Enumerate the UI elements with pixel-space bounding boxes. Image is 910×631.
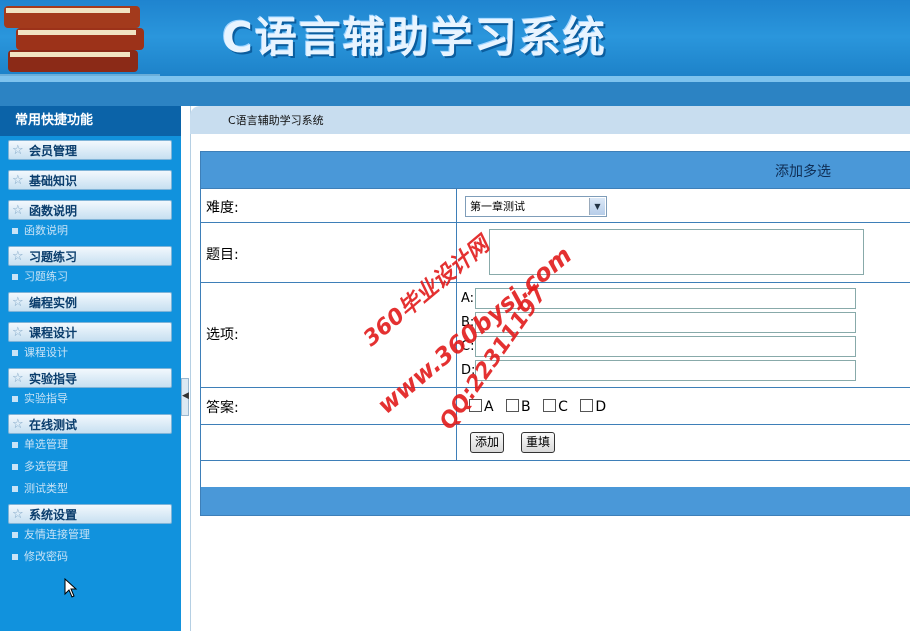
bullet-icon	[12, 228, 18, 234]
star-icon: ☆	[12, 249, 24, 264]
option-d-input[interactable]	[475, 360, 856, 381]
bullet-icon	[12, 486, 18, 492]
sidebar-item-exercises[interactable]: 习题练习	[0, 266, 181, 288]
sidebar-section-online-test[interactable]: ☆ 在线测试	[8, 414, 172, 434]
answer-d[interactable]: D	[580, 399, 606, 415]
sidebar-section-exercises[interactable]: ☆ 习题练习	[8, 246, 172, 266]
answer-b[interactable]: B	[506, 399, 531, 415]
bullet-icon	[12, 396, 18, 402]
sidebar-item-multi-choice[interactable]: 多选管理	[0, 456, 181, 478]
books-logo-icon	[0, 6, 160, 80]
star-icon: ☆	[12, 325, 24, 340]
panel-footer	[201, 487, 910, 515]
option-a-letter: A:	[461, 291, 475, 306]
mouse-cursor-icon	[64, 578, 78, 598]
sidebar-section-members[interactable]: ☆ 会员管理	[8, 140, 172, 160]
sidebar-section-lab-guide[interactable]: ☆ 实验指导	[8, 368, 172, 388]
answer-row: 答案: A B C D	[201, 387, 910, 424]
difficulty-label: 难度:	[206, 200, 239, 216]
answer-c[interactable]: C	[543, 399, 568, 415]
sidebar-section-course-design[interactable]: ☆ 课程设计	[8, 322, 172, 342]
answer-label: 答案:	[206, 400, 239, 416]
chevron-left-icon: ◀	[182, 391, 189, 401]
sidebar-menu: ☆ 会员管理 ☆ 基础知识 ☆ 函数说明 函数说明 ☆ 习题练习 习题练习 ☆ 编程实例 …	[0, 136, 181, 568]
sidebar-section-settings[interactable]: ☆ 系统设置	[8, 504, 172, 524]
sidebar-section-basics[interactable]: ☆ 基础知识	[8, 170, 172, 190]
star-icon: ☆	[12, 371, 24, 386]
sidebar: 常用快捷功能 ☆ 会员管理 ☆ 基础知识 ☆ 函数说明 函数说明 ☆ 习题练习 习题练习…	[0, 106, 181, 631]
sidebar-item-lab-guide[interactable]: 实验指导	[0, 388, 181, 410]
bullet-icon	[12, 274, 18, 280]
breadcrumb-text: C语言辅助学习系统	[228, 114, 324, 127]
form-panel: 添加多选 难度: 第一章测试 ▼ 题目: 选项: A: B: C: D: 答案: …	[200, 151, 910, 516]
options-row: 选项: A: B: C: D:	[201, 282, 910, 387]
bullet-icon	[12, 532, 18, 538]
sidebar-item-course-design[interactable]: 课程设计	[0, 342, 181, 364]
panel-header: 添加多选	[201, 152, 910, 188]
sidebar-collapse-handle[interactable]: ◀	[181, 378, 189, 416]
add-button[interactable]: 添加	[470, 432, 505, 453]
app-title: C语言辅助学习系统	[222, 13, 607, 62]
sidebar-section-examples[interactable]: ☆ 编程实例	[8, 292, 172, 312]
options-label: 选项:	[206, 327, 239, 343]
reset-button[interactable]: 重填	[521, 432, 556, 453]
header-bar	[0, 82, 910, 106]
form-heading: 添加多选	[775, 164, 831, 180]
sidebar-section-functions[interactable]: ☆ 函数说明	[8, 200, 172, 220]
answer-checkboxes: A B C D	[469, 399, 614, 415]
option-c-input[interactable]	[475, 336, 856, 357]
sidebar-item-single-choice[interactable]: 单选管理	[0, 434, 181, 456]
star-icon: ☆	[12, 295, 24, 310]
app-header: C语言辅助学习系统	[0, 0, 910, 82]
checkbox-icon	[506, 399, 520, 412]
divider	[190, 106, 191, 631]
difficulty-row: 难度: 第一章测试 ▼	[201, 188, 910, 222]
star-icon: ☆	[12, 143, 24, 158]
sidebar-item-test-types[interactable]: 测试类型	[0, 478, 181, 500]
checkbox-icon	[543, 399, 557, 412]
star-icon: ☆	[12, 417, 24, 432]
breadcrumb: C语言辅助学习系统	[190, 106, 910, 134]
buttons-row: 添加 重填	[201, 424, 910, 460]
blank-row	[201, 460, 910, 461]
bullet-icon	[12, 464, 18, 470]
chevron-down-icon: ▼	[589, 198, 605, 215]
sidebar-item-functions[interactable]: 函数说明	[0, 220, 181, 242]
difficulty-select[interactable]: 第一章测试 ▼	[465, 196, 607, 217]
sidebar-item-friend-links[interactable]: 友情连接管理	[0, 524, 181, 546]
bullet-icon	[12, 350, 18, 356]
sidebar-title: 常用快捷功能	[0, 106, 181, 136]
star-icon: ☆	[12, 173, 24, 188]
bullet-icon	[12, 554, 18, 560]
star-icon: ☆	[12, 507, 24, 522]
bullet-icon	[12, 442, 18, 448]
star-icon: ☆	[12, 203, 24, 218]
question-label: 题目:	[206, 247, 239, 263]
checkbox-icon	[580, 399, 594, 412]
sidebar-item-change-password[interactable]: 修改密码	[0, 546, 181, 568]
